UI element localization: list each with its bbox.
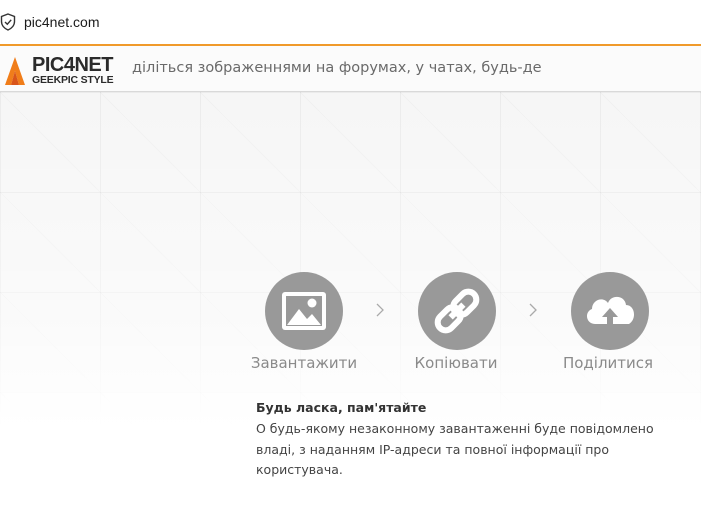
logo-mark-icon <box>5 57 25 85</box>
upload-step-button[interactable] <box>265 272 343 350</box>
share-step-button[interactable] <box>571 272 649 350</box>
notice-body: О будь-якому незаконному завантаженні бу… <box>256 421 654 477</box>
notice-title: Будь ласка, пам'ятайте <box>256 400 427 415</box>
address-bar: pic4net.com <box>0 0 701 44</box>
chevron-right-icon <box>376 303 384 317</box>
copy-step-label: Копіювати <box>414 354 498 372</box>
url-text[interactable]: pic4net.com <box>24 14 99 30</box>
site-header: PIC4NET GEEKPIC STYLE діліться зображенн… <box>0 44 701 92</box>
upload-step-label: Завантажити <box>250 354 358 372</box>
logo-sub-text: GEEKPIC STYLE <box>32 74 114 86</box>
site-tagline: діліться зображеннями на форумах, у чата… <box>132 60 542 76</box>
chevron-right-icon <box>529 303 537 317</box>
copy-step-button[interactable] <box>418 272 496 350</box>
link-icon <box>434 288 480 334</box>
shield-check-icon[interactable] <box>0 13 16 31</box>
site-logo[interactable]: PIC4NET GEEKPIC STYLE <box>4 54 116 90</box>
cloud-upload-icon <box>586 296 635 327</box>
image-icon <box>282 292 326 330</box>
share-step-label: Поділитися <box>562 354 654 372</box>
